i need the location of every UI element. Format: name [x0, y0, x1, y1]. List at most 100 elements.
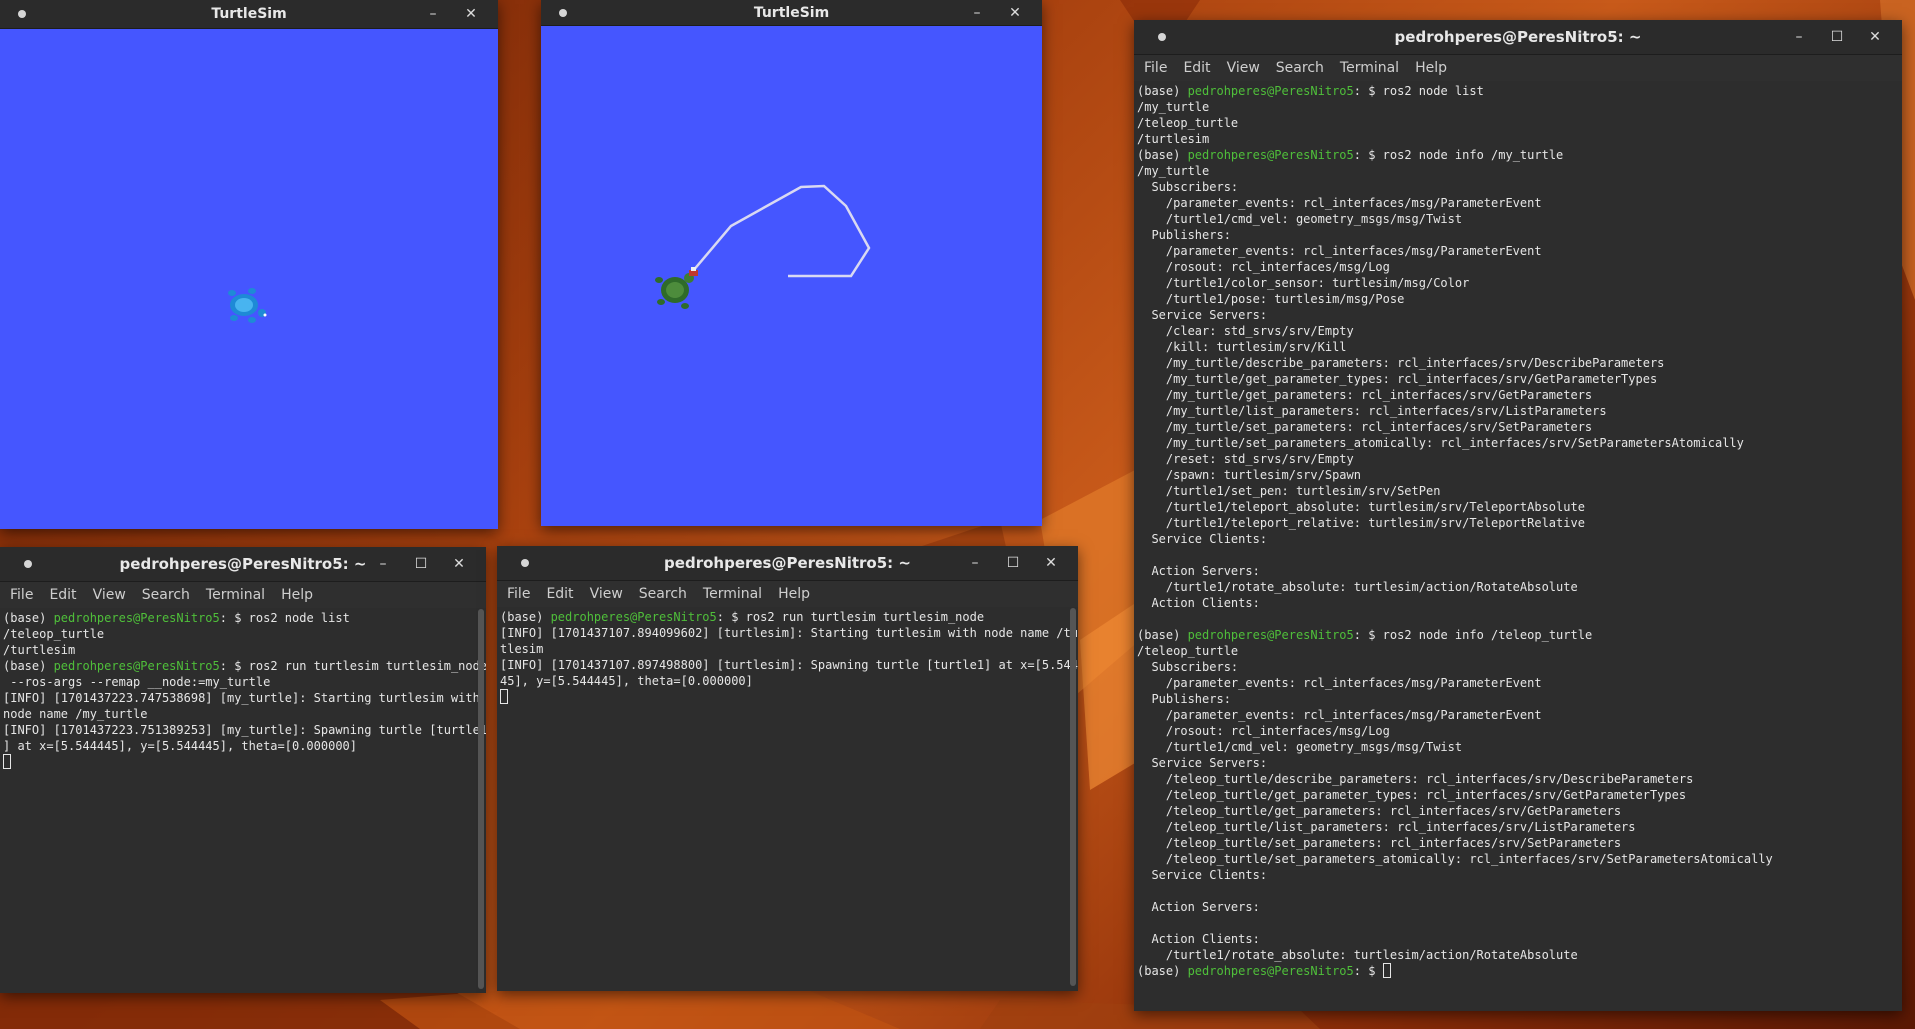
menu-edit[interactable]: Edit [538, 586, 581, 602]
terminal-line: (base) pedrohperes@PeresNitro5: $ ros2 n… [1137, 627, 1899, 643]
terminal-text: /turtle1/pose: turtlesim/msg/Pose [1137, 292, 1405, 306]
terminal-line: /my_turtle/get_parameter_types: rcl_inte… [1137, 371, 1899, 387]
terminal-line: (base) pedrohperes@PeresNitro5: $ ros2 n… [1137, 83, 1899, 99]
terminal-text: : $ ros2 node info /my_turtle [1353, 148, 1564, 162]
turtlesim-window-right[interactable]: TurtleSim – ✕ [541, 0, 1042, 526]
scrollbar[interactable] [1070, 608, 1076, 986]
terminal-text: /my_turtle/describe_parameters: rcl_inte… [1137, 356, 1665, 370]
menu-file[interactable]: File [1136, 60, 1175, 76]
titlebar[interactable]: pedrohperes@PeresNitro5: ~ – ☐ ✕ [0, 547, 486, 582]
terminal-text: /teleop_turtle/set_parameters_atomically… [1137, 852, 1773, 866]
terminal-text: --ros-args --remap __node:=my_turtle [3, 675, 271, 689]
close-button[interactable]: ✕ [996, 5, 1034, 21]
terminal-text: node name /my_turtle [3, 707, 148, 721]
menu-edit[interactable]: Edit [41, 587, 84, 603]
menu-terminal[interactable]: Terminal [1332, 60, 1407, 76]
menu-file[interactable]: File [2, 587, 41, 603]
terminal-line: /teleop_turtle/get_parameters: rcl_inter… [1137, 803, 1899, 819]
maximize-icon[interactable]: ☐ [1818, 29, 1856, 45]
terminal-cursor [1382, 963, 1391, 978]
terminal-window-left[interactable]: pedrohperes@PeresNitro5: ~ – ☐ ✕ File Ed… [0, 547, 486, 993]
close-icon[interactable]: ✕ [1032, 555, 1070, 571]
terminal-text: /turtle1/teleport_relative: turtlesim/sr… [1137, 516, 1585, 530]
terminal-window-right[interactable]: pedrohperes@PeresNitro5: ~ – ☐ ✕ File Ed… [1134, 20, 1902, 1011]
window-title: TurtleSim [753, 4, 830, 21]
terminal-line: /parameter_events: rcl_interfaces/msg/Pa… [1137, 195, 1899, 211]
window-menu-icon[interactable] [24, 560, 32, 568]
terminal-text: /my_turtle [1137, 164, 1210, 178]
window-menu-icon[interactable] [1158, 33, 1166, 41]
close-button[interactable]: ✕ [452, 6, 490, 22]
terminal-line: /my_turtle [1137, 163, 1899, 179]
menu-search[interactable]: Search [1268, 60, 1332, 76]
window-menu-icon[interactable] [559, 8, 567, 17]
menu-view[interactable]: View [1219, 60, 1268, 76]
prompt-user-host: pedrohperes@PeresNitro5 [53, 611, 220, 625]
menu-search[interactable]: Search [631, 586, 695, 602]
maximize-icon[interactable]: ☐ [402, 556, 440, 572]
terminal-line: Service Clients: [1137, 867, 1899, 883]
pen-trail [686, 184, 871, 279]
minimize-button[interactable]: – [414, 6, 452, 22]
terminal-text: : $ ros2 node list [219, 611, 350, 625]
menu-view[interactable]: View [582, 586, 631, 602]
terminal-line: /my_turtle/get_parameters: rcl_interface… [1137, 387, 1899, 403]
terminal-line: --ros-args --remap __node:=my_turtle [3, 674, 483, 690]
terminal-line: /teleop_turtle/set_parameters_atomically… [1137, 851, 1899, 867]
terminal-window-middle[interactable]: pedrohperes@PeresNitro5: ~ – ☐ ✕ File Ed… [497, 546, 1078, 991]
close-icon[interactable]: ✕ [440, 556, 478, 572]
terminal-line: /my_turtle/set_parameters: rcl_interface… [1137, 419, 1899, 435]
menu-search[interactable]: Search [134, 587, 198, 603]
terminal-line: tlesim [500, 641, 1075, 657]
scrollbar[interactable] [478, 609, 484, 989]
terminal-line: 45], y=[5.544445], theta=[0.000000] [500, 673, 1075, 689]
terminal-line: (base) pedrohperes@PeresNitro5: $ ros2 n… [1137, 147, 1899, 163]
titlebar[interactable]: TurtleSim – ✕ [541, 0, 1042, 26]
terminal-text: Action Clients: [1137, 596, 1260, 610]
menu-terminal[interactable]: Terminal [198, 587, 273, 603]
turtlesim-window-left[interactable]: TurtleSim – ✕ [0, 0, 498, 529]
terminal-line: /spawn: turtlesim/srv/Spawn [1137, 467, 1899, 483]
terminal-text: /turtlesim [3, 643, 76, 657]
menu-file[interactable]: File [499, 586, 538, 602]
titlebar[interactable]: pedrohperes@PeresNitro5: ~ – ☐ ✕ [497, 546, 1078, 581]
terminal-text: Subscribers: [1137, 180, 1239, 194]
close-icon[interactable]: ✕ [1856, 29, 1894, 45]
terminal-text: /parameter_events: rcl_interfaces/msg/Pa… [1137, 244, 1542, 258]
terminal-line: Subscribers: [1137, 659, 1899, 675]
terminal-output[interactable]: (base) pedrohperes@PeresNitro5: $ ros2 r… [497, 607, 1078, 991]
terminal-line: /parameter_events: rcl_interfaces/msg/Pa… [1137, 675, 1899, 691]
titlebar[interactable]: pedrohperes@PeresNitro5: ~ – ☐ ✕ [1134, 20, 1902, 55]
menu-help[interactable]: Help [1407, 60, 1455, 76]
terminal-line: Publishers: [1137, 227, 1899, 243]
terminal-line: /parameter_events: rcl_interfaces/msg/Pa… [1137, 707, 1899, 723]
terminal-output[interactable]: (base) pedrohperes@PeresNitro5: $ ros2 n… [1134, 81, 1902, 1011]
terminal-text: /reset: std_srvs/srv/Empty [1137, 452, 1354, 466]
menu-edit[interactable]: Edit [1175, 60, 1218, 76]
maximize-icon[interactable]: ☐ [994, 555, 1032, 571]
terminal-line: /teleop_turtle [3, 626, 483, 642]
terminal-line [3, 754, 483, 770]
menu-help[interactable]: Help [273, 587, 321, 603]
terminal-line: /teleop_turtle [1137, 115, 1899, 131]
window-menu-icon[interactable] [521, 559, 529, 567]
window-menu-icon[interactable] [18, 10, 26, 18]
terminal-line: /turtle1/teleport_relative: turtlesim/sr… [1137, 515, 1899, 531]
titlebar[interactable]: TurtleSim – ✕ [0, 0, 498, 29]
terminal-text: /parameter_events: rcl_interfaces/msg/Pa… [1137, 708, 1542, 722]
terminal-line: Service Servers: [1137, 755, 1899, 771]
terminal-cursor [500, 689, 508, 704]
minimize-icon[interactable]: – [1780, 29, 1818, 45]
menu-view[interactable]: View [85, 587, 134, 603]
terminal-line: Publishers: [1137, 691, 1899, 707]
minimize-icon[interactable]: – [956, 555, 994, 571]
terminal-text: /my_turtle/set_parameters: rcl_interface… [1137, 420, 1593, 434]
minimize-icon[interactable]: – [364, 556, 402, 572]
terminal-output[interactable]: (base) pedrohperes@PeresNitro5: $ ros2 n… [0, 608, 486, 993]
terminal-text: /parameter_events: rcl_interfaces/msg/Pa… [1137, 676, 1542, 690]
minimize-button[interactable]: – [958, 5, 996, 21]
menu-help[interactable]: Help [770, 586, 818, 602]
menu-terminal[interactable]: Terminal [695, 586, 770, 602]
terminal-line: (base) pedrohperes@PeresNitro5: $ ros2 n… [3, 610, 483, 626]
